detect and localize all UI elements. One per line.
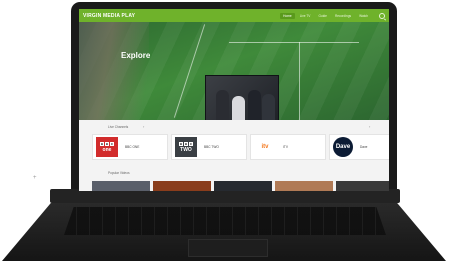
pitch-line <box>173 24 206 118</box>
pitch-line <box>299 42 300 120</box>
channel-card[interactable]: Dave Dave <box>329 134 389 160</box>
person-figure <box>232 96 245 120</box>
channel-name: ITV <box>283 145 288 149</box>
search-icon[interactable] <box>379 12 385 19</box>
channel-logo: Dave <box>333 137 353 157</box>
video-thumbnail[interactable] <box>153 181 211 191</box>
bbc-blocks: BBC <box>100 141 114 146</box>
nav-link-live-tv[interactable]: Live TV <box>297 13 314 19</box>
video-thumbnail[interactable] <box>275 181 333 191</box>
channel-name: BBC ONE <box>125 145 140 149</box>
person-figure <box>248 90 261 120</box>
channel-logo: B B Cone <box>96 137 118 157</box>
channel-logo: itv <box>254 137 276 157</box>
stadium-crowd <box>79 22 149 120</box>
video-list <box>92 181 389 191</box>
laptop-screen: VIRGIN MEDIA PLAY Home Live TV Guide Record… <box>79 9 389 191</box>
stray-mark: + <box>33 175 37 181</box>
laptop-keyboard <box>64 207 386 235</box>
bbc-block: B <box>179 141 183 146</box>
channel-name: BBC TWO <box>204 145 219 149</box>
top-nav-bar: VIRGIN MEDIA PLAY Home Live TV Guide Record… <box>79 9 389 22</box>
bbc-block: B <box>105 141 109 146</box>
pitch-line <box>229 42 359 43</box>
nav-link-guide[interactable]: Guide <box>315 13 330 19</box>
video-thumbnail[interactable] <box>214 181 272 191</box>
video-thumbnail[interactable] <box>336 181 389 191</box>
channel-logo-text: one <box>102 146 112 153</box>
section-title: Popular Videos <box>108 171 130 175</box>
bbc-block: C <box>189 141 193 146</box>
laptop-trackpad <box>188 239 268 257</box>
bbc-blocks: BBC <box>179 141 193 146</box>
nav-link-watch[interactable]: Watch <box>356 13 371 19</box>
channel-logo: B B C TWO <box>175 137 197 157</box>
laptop-hinge <box>50 189 400 203</box>
nav-link-home[interactable]: Home <box>280 12 295 19</box>
chevron-right-icon[interactable]: › <box>143 124 144 129</box>
channel-logo-text: itv <box>261 144 269 150</box>
bbc-block: B <box>100 141 104 146</box>
brand-logo[interactable]: VIRGIN MEDIA PLAY <box>83 13 135 19</box>
channel-card[interactable]: B B C TWO BBC TWO <box>171 134 247 160</box>
chevron-left-icon[interactable]: ‹ <box>369 124 370 129</box>
hero-title: Explore <box>121 51 151 60</box>
person-figure <box>216 90 229 120</box>
hero-feature-card[interactable] <box>205 75 279 120</box>
nav-links: Home Live TV Guide Recordings Watch <box>280 12 371 19</box>
channel-logo-text: Dave <box>335 144 351 150</box>
channel-name: Dave <box>360 145 368 149</box>
video-thumbnail[interactable] <box>92 181 150 191</box>
hero-banner[interactable]: Explore <box>79 22 389 120</box>
person-figure <box>262 94 275 120</box>
bbc-block: B <box>184 141 188 146</box>
channel-card[interactable]: B B Cone BBC ONE <box>92 134 168 160</box>
channel-card[interactable]: itv ITV <box>250 134 326 160</box>
channel-list: B B Cone BBC ONE B B C TWO BBC TWO itv ITV Dave Dave <box>92 134 389 160</box>
nav-link-recordings[interactable]: Recordings <box>332 13 354 19</box>
channel-logo-text: TWO <box>180 146 192 153</box>
bbc-block: C <box>110 141 114 146</box>
section-title: Live Channels <box>108 125 129 129</box>
